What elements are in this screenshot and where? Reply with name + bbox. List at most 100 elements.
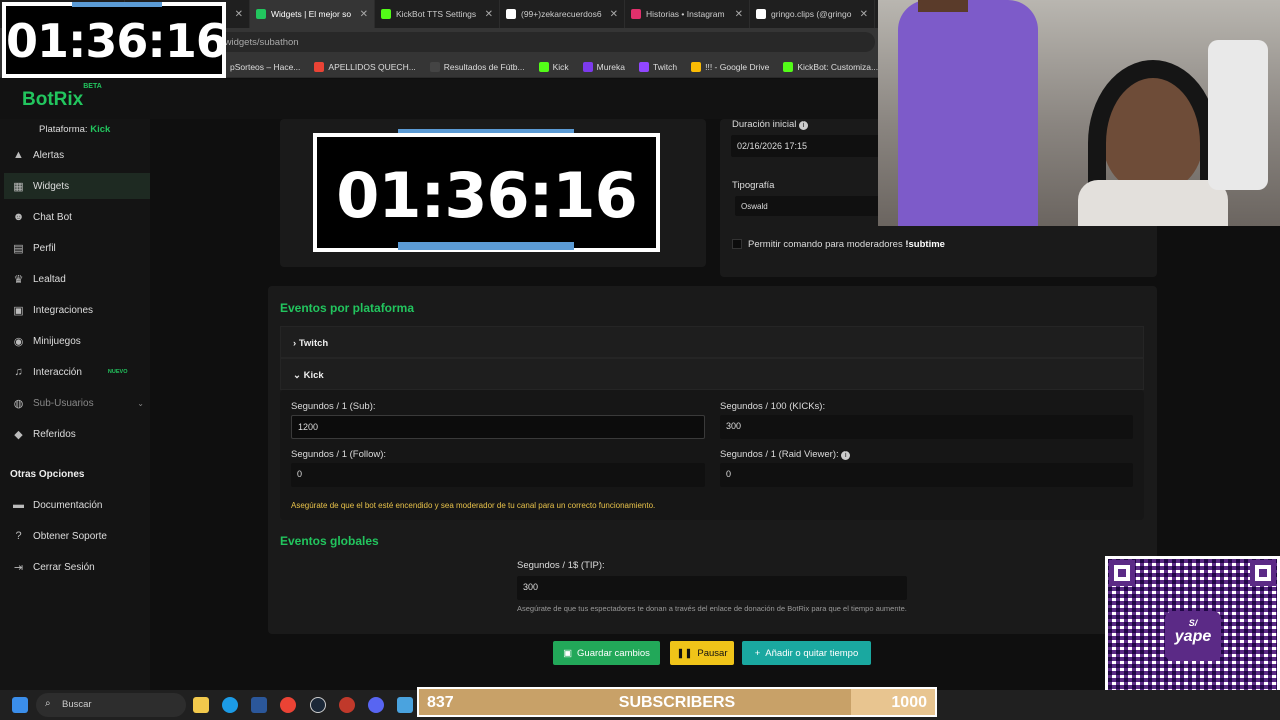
sidebar-item-alertas[interactable]: ▲ Alertas	[4, 142, 150, 168]
qr-eye-top-right	[1250, 560, 1276, 586]
person-neck	[918, 0, 968, 12]
profile-icon: ▤	[13, 242, 24, 255]
sidebar-item-lealtad[interactable]: ♛ Lealtad	[4, 266, 150, 292]
bookmark-item[interactable]: Kick	[538, 61, 569, 72]
browser-tab[interactable]: Widgets | El mejor so ✕	[250, 0, 375, 28]
font-select[interactable]: Oswald	[735, 196, 881, 216]
section-other-options: Otras Opciones	[10, 469, 85, 480]
music-icon: ♫	[14, 366, 23, 378]
app-icon-red[interactable]	[339, 697, 355, 713]
tab-title: gringo.clips (@gringo	[771, 9, 852, 19]
bookmark-label: Mureka	[596, 61, 625, 72]
sidebar-item-label: Minijuegos	[33, 335, 81, 347]
sidebar-item-label: Obtener Soporte	[33, 530, 107, 542]
bot-warning: Asegúrate de que el bot esté encendido y…	[291, 501, 656, 510]
kicks-input[interactable]: 300	[720, 415, 1133, 439]
subs-label: SUBSCRIBERS	[618, 694, 736, 711]
tab-favicon-icon	[381, 9, 391, 19]
close-icon[interactable]: ✕	[610, 9, 618, 20]
app-icon-blue[interactable]	[397, 697, 413, 713]
bookmark-favicon-icon	[429, 61, 440, 72]
sidebar-item-label: Chat Bot	[33, 211, 72, 223]
qr-eye-top-left	[1109, 560, 1135, 586]
webcam-overlay	[878, 0, 1280, 226]
browser-tab[interactable]: KickBot TTS Settings ✕	[375, 0, 500, 28]
browser-tab[interactable]: gringo.clips (@gringo ✕	[750, 0, 875, 28]
gamepad-icon: ◉	[13, 335, 24, 348]
trophy-icon: ♛	[13, 273, 24, 286]
close-icon[interactable]: ✕	[860, 9, 868, 20]
bookmark-item[interactable]: !!! - Google Drive	[691, 61, 769, 72]
info-icon[interactable]: i	[841, 451, 851, 460]
bookmark-item[interactable]: APELLIDOS QUECH...	[314, 61, 416, 72]
tip-label: Segundos / 1$ (TIP):	[517, 560, 605, 571]
file-explorer-icon[interactable]	[193, 697, 209, 713]
close-icon[interactable]: ✕	[485, 9, 493, 20]
platform-indicator: Plataforma: Kick	[39, 124, 111, 135]
duration-field[interactable]: 02/16/2026 17:15	[731, 135, 881, 157]
windows-start-icon[interactable]	[12, 697, 28, 713]
new-badge: NUEVO	[107, 369, 128, 375]
tab-favicon-icon	[756, 9, 766, 19]
steam-icon[interactable]	[310, 697, 326, 713]
sidebar: Plataforma: Kick Otras Opciones ▲ Alertas…	[0, 119, 150, 690]
accordion-kick[interactable]: ⌄ Kick	[280, 358, 1144, 390]
book-icon: ▬	[13, 499, 24, 511]
store-icon[interactable]	[251, 697, 267, 713]
yape-logo: S/yape	[1165, 611, 1221, 661]
sidebar-item-obtener-soporte[interactable]: ? Obtener Soporte	[4, 523, 150, 549]
close-icon[interactable]: ✕	[235, 9, 243, 20]
plus-icon: +	[754, 647, 761, 659]
discord-icon[interactable]	[368, 697, 384, 713]
sidebar-item-perfil[interactable]: ▤ Perfil	[4, 235, 150, 261]
sub-input[interactable]: 1200	[291, 415, 705, 439]
mod-command-checkbox[interactable]	[732, 239, 742, 249]
referrals-icon: ◆	[14, 428, 23, 441]
sidebar-item-label: Referidos	[33, 428, 76, 440]
info-icon[interactable]: i	[799, 121, 809, 130]
sidebar-item-widgets[interactable]: ▦ Widgets	[4, 173, 150, 199]
subs-goal: 1000	[891, 694, 927, 711]
duration-label: Duración inicial i	[732, 119, 809, 130]
tip-input[interactable]: 300	[517, 576, 907, 600]
person-top	[1078, 180, 1228, 226]
bookmark-label: KickBot: Customiza...	[797, 61, 879, 72]
accordion-twitch[interactable]: › Twitch	[280, 326, 1144, 358]
sidebar-item-documentaci-n[interactable]: ▬ Documentación	[4, 492, 150, 518]
logout-icon: ⇥	[13, 561, 24, 574]
close-icon[interactable]: ✕	[360, 9, 368, 20]
tab-title: Widgets | El mejor so	[271, 9, 352, 19]
pause-button[interactable]: ❚❚ Pausar	[670, 641, 734, 665]
bookmark-favicon-icon	[783, 61, 794, 72]
browser-tab[interactable]: (99+)zekarecuerdos6 ✕	[500, 0, 625, 28]
raid-input[interactable]: 0	[720, 463, 1133, 487]
browser-tab[interactable]: Historias • Instagram ✕	[625, 0, 750, 28]
sidebar-item-integraciones[interactable]: ▣ Integraciones	[4, 297, 150, 323]
sidebar-item-cerrar-sesi-n[interactable]: ⇥ Cerrar Sesión	[4, 554, 150, 580]
bookmark-item[interactable]: Mureka	[582, 61, 625, 72]
sidebar-item-referidos[interactable]: ◆ Referidos	[4, 421, 150, 447]
sidebar-item-chat-bot[interactable]: ☻ Chat Bot	[4, 204, 150, 230]
edge-icon[interactable]	[222, 697, 238, 713]
brand-logo[interactable]: BotRixBETA	[22, 83, 102, 111]
save-button[interactable]: ▣ Guardar cambios	[553, 641, 660, 665]
address-field[interactable]: /widgets/subathon	[150, 32, 875, 52]
sidebar-item-label: Alertas	[33, 149, 65, 161]
follow-input[interactable]: 0	[291, 463, 705, 487]
bookmark-item[interactable]: Resultados de Fútb...	[429, 61, 525, 72]
bookmark-item[interactable]: pSorteos – Hace...	[216, 61, 301, 72]
events-heading: Eventos por plataforma	[280, 301, 415, 315]
sidebar-item-minijuegos[interactable]: ◉ Minijuegos	[4, 328, 150, 354]
bookmark-item[interactable]: Twitch	[639, 61, 677, 72]
person-shirt	[898, 0, 1038, 226]
sidebar-item-sub-usuarios[interactable]: ◍ Sub-Usuarios ⌄	[4, 390, 150, 416]
add-time-button[interactable]: + Añadir o quitar tiempo	[742, 641, 871, 665]
chrome-icon[interactable]	[280, 697, 296, 713]
close-icon[interactable]: ✕	[735, 9, 743, 20]
taskbar-search[interactable]: ⌕ Buscar	[36, 693, 186, 717]
bookmark-label: pSorteos – Hace...	[230, 61, 301, 72]
bookmark-item[interactable]: KickBot: Customiza...	[783, 61, 879, 72]
save-icon: ▣	[563, 647, 573, 659]
sidebar-item-interacci-n[interactable]: ♫ Interacción NUEVO	[4, 359, 150, 385]
sidebar-item-label: Perfil	[33, 242, 56, 254]
